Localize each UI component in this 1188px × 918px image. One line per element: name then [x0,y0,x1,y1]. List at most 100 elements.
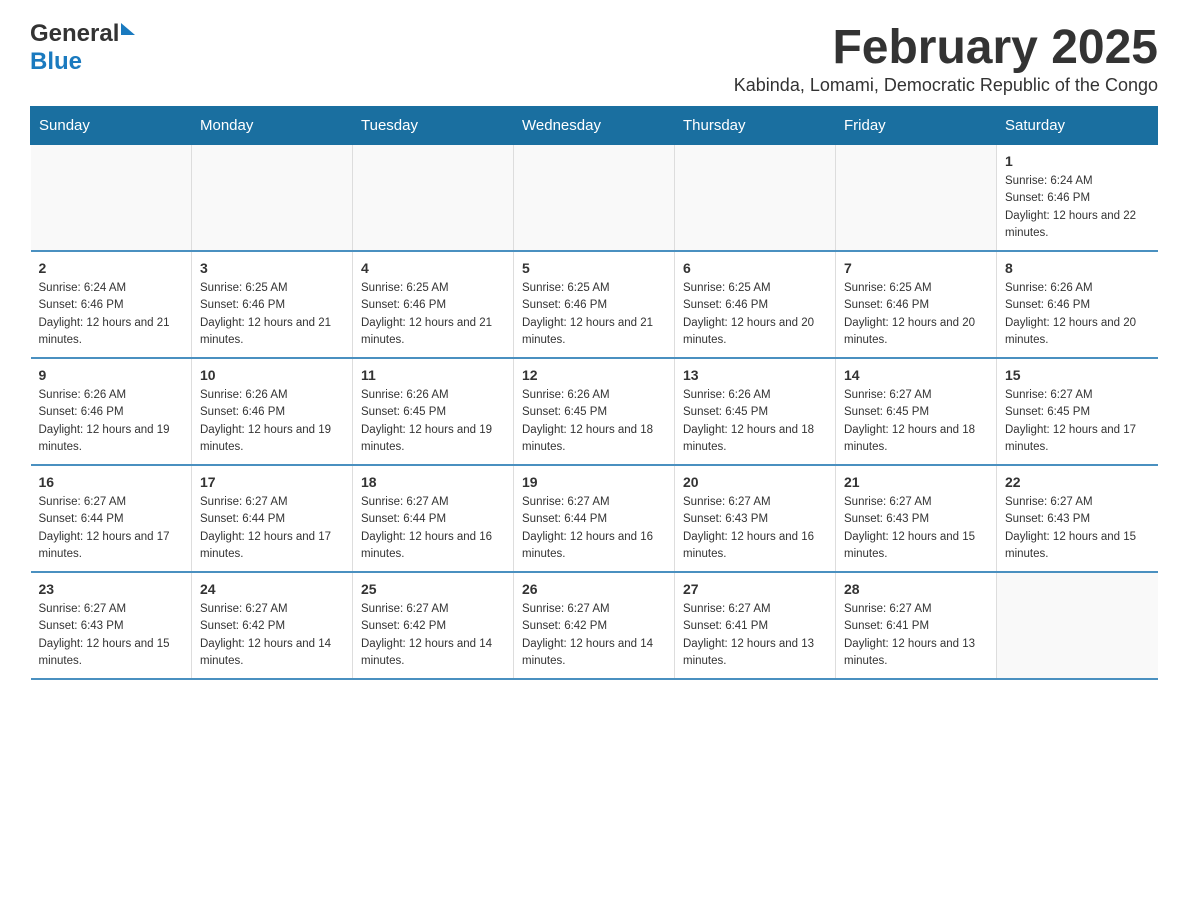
day-number: 1 [1005,153,1150,169]
day-info: Sunrise: 6:27 AMSunset: 6:44 PMDaylight:… [361,494,505,563]
calendar-cell: 11Sunrise: 6:26 AMSunset: 6:45 PMDayligh… [353,358,514,465]
day-number: 21 [844,474,988,490]
header-sunday: Sunday [31,107,192,145]
calendar-cell: 28 Sunrise: 6:27 AMSunset: 6:41 PMDayligh… [836,572,997,679]
day-info: Sunrise: 6:26 AMSunset: 6:46 PMDaylight:… [39,387,184,456]
day-info: Sunrise: 6:24 AMSunset: 6:46 PMDaylight:… [1005,173,1150,242]
day-info: Sunrise: 6:25 AMSunset: 6:46 PMDaylight:… [522,280,666,349]
page-subtitle: Kabinda, Lomami, Democratic Republic of … [734,75,1158,96]
title-block: February 2025 Kabinda, Lomami, Democrati… [734,20,1158,96]
header-friday: Friday [836,107,997,145]
day-number: 9 [39,367,184,383]
day-number: 5 [522,260,666,276]
day-number: 16 [39,474,184,490]
day-number: 15 [1005,367,1150,383]
day-number: 2 [39,260,184,276]
day-info: Sunrise: 6:27 AMSunset: 6:42 PMDaylight:… [361,601,505,670]
calendar-cell [192,145,353,252]
calendar-cell: 10Sunrise: 6:26 AMSunset: 6:46 PMDayligh… [192,358,353,465]
calendar-cell: 18Sunrise: 6:27 AMSunset: 6:44 PMDayligh… [353,465,514,572]
day-info: Sunrise: 6:27 AMSunset: 6:45 PMDaylight:… [1005,387,1150,456]
calendar-cell: 27 Sunrise: 6:27 AMSunset: 6:41 PMDayligh… [675,572,836,679]
day-number: 3 [200,260,344,276]
calendar-cell: 7Sunrise: 6:25 AMSunset: 6:46 PMDaylight… [836,251,997,358]
day-info: Sunrise: 6:27 AMSunset: 6:45 PMDaylight:… [844,387,988,456]
day-number: 14 [844,367,988,383]
page-title: February 2025 [734,20,1158,75]
day-info: Sunrise: 6:27 AMSunset: 6:41 PMDaylight:… [683,601,827,670]
day-number: 17 [200,474,344,490]
day-number: 27 [683,581,827,597]
day-info: Sunrise: 6:27 AMSunset: 6:44 PMDaylight:… [522,494,666,563]
day-info: Sunrise: 6:24 AMSunset: 6:46 PMDaylight:… [39,280,184,349]
day-number: 22 [1005,474,1150,490]
calendar-table: Sunday Monday Tuesday Wednesday Thursday… [30,106,1158,680]
calendar-cell: 19 Sunrise: 6:27 AMSunset: 6:44 PMDayligh… [514,465,675,572]
week-row-1: 1 Sunrise: 6:24 AMSunset: 6:46 PMDaylight… [31,145,1158,252]
calendar-cell: 4 Sunrise: 6:25 AMSunset: 6:46 PMDaylight… [353,251,514,358]
day-info: Sunrise: 6:25 AMSunset: 6:46 PMDaylight:… [361,280,505,349]
calendar-cell: 15 Sunrise: 6:27 AMSunset: 6:45 PMDayligh… [997,358,1158,465]
calendar-cell [836,145,997,252]
day-info: Sunrise: 6:26 AMSunset: 6:45 PMDaylight:… [361,387,505,456]
day-info: Sunrise: 6:26 AMSunset: 6:45 PMDaylight:… [683,387,827,456]
day-info: Sunrise: 6:26 AMSunset: 6:45 PMDaylight:… [522,387,666,456]
weekday-header-row: Sunday Monday Tuesday Wednesday Thursday… [31,107,1158,145]
logo-blue-text: Blue [30,48,82,75]
calendar-cell: 23Sunrise: 6:27 AMSunset: 6:43 PMDayligh… [31,572,192,679]
calendar-cell: 2 Sunrise: 6:24 AMSunset: 6:46 PMDaylight… [31,251,192,358]
day-number: 28 [844,581,988,597]
calendar-cell: 5 Sunrise: 6:25 AMSunset: 6:46 PMDaylight… [514,251,675,358]
page-header: General Blue February 2025 Kabinda, Loma… [30,20,1158,96]
day-number: 24 [200,581,344,597]
header-saturday: Saturday [997,107,1158,145]
header-tuesday: Tuesday [353,107,514,145]
day-info: Sunrise: 6:27 AMSunset: 6:43 PMDaylight:… [39,601,184,670]
calendar-cell: 1 Sunrise: 6:24 AMSunset: 6:46 PMDaylight… [997,145,1158,252]
calendar-cell: 17 Sunrise: 6:27 AMSunset: 6:44 PMDayligh… [192,465,353,572]
calendar-cell: 9 Sunrise: 6:26 AMSunset: 6:46 PMDaylight… [31,358,192,465]
logo: General Blue [30,20,135,76]
logo-arrow-icon [121,23,135,35]
day-number: 12 [522,367,666,383]
day-number: 8 [1005,260,1150,276]
week-row-4: 16 Sunrise: 6:27 AMSunset: 6:44 PMDayligh… [31,465,1158,572]
calendar-cell [997,572,1158,679]
day-info: Sunrise: 6:27 AMSunset: 6:42 PMDaylight:… [200,601,344,670]
calendar-cell: 8 Sunrise: 6:26 AMSunset: 6:46 PMDaylight… [997,251,1158,358]
day-info: Sunrise: 6:27 AMSunset: 6:43 PMDaylight:… [1005,494,1150,563]
calendar-cell: 26Sunrise: 6:27 AMSunset: 6:42 PMDayligh… [514,572,675,679]
calendar-cell [353,145,514,252]
calendar-cell: 6Sunrise: 6:25 AMSunset: 6:46 PMDaylight… [675,251,836,358]
calendar-cell [675,145,836,252]
day-info: Sunrise: 6:27 AMSunset: 6:41 PMDaylight:… [844,601,988,670]
calendar-cell: 13Sunrise: 6:26 AMSunset: 6:45 PMDayligh… [675,358,836,465]
calendar-cell [31,145,192,252]
calendar-cell: 25 Sunrise: 6:27 AMSunset: 6:42 PMDayligh… [353,572,514,679]
day-number: 25 [361,581,505,597]
calendar-cell: 21 Sunrise: 6:27 AMSunset: 6:43 PMDayligh… [836,465,997,572]
header-thursday: Thursday [675,107,836,145]
header-monday: Monday [192,107,353,145]
calendar-cell: 22 Sunrise: 6:27 AMSunset: 6:43 PMDayligh… [997,465,1158,572]
calendar-cell: 20 Sunrise: 6:27 AMSunset: 6:43 PMDayligh… [675,465,836,572]
day-info: Sunrise: 6:25 AMSunset: 6:46 PMDaylight:… [200,280,344,349]
day-info: Sunrise: 6:27 AMSunset: 6:44 PMDaylight:… [39,494,184,563]
calendar-cell: 3 Sunrise: 6:25 AMSunset: 6:46 PMDaylight… [192,251,353,358]
day-number: 4 [361,260,505,276]
day-info: Sunrise: 6:25 AMSunset: 6:46 PMDaylight:… [683,280,827,349]
day-number: 7 [844,260,988,276]
week-row-5: 23Sunrise: 6:27 AMSunset: 6:43 PMDayligh… [31,572,1158,679]
day-info: Sunrise: 6:27 AMSunset: 6:43 PMDaylight:… [844,494,988,563]
day-info: Sunrise: 6:27 AMSunset: 6:44 PMDaylight:… [200,494,344,563]
day-number: 20 [683,474,827,490]
day-info: Sunrise: 6:26 AMSunset: 6:46 PMDaylight:… [1005,280,1150,349]
calendar-cell: 14 Sunrise: 6:27 AMSunset: 6:45 PMDayligh… [836,358,997,465]
day-number: 19 [522,474,666,490]
week-row-3: 9 Sunrise: 6:26 AMSunset: 6:46 PMDaylight… [31,358,1158,465]
logo-general-text: General [30,20,119,48]
day-info: Sunrise: 6:27 AMSunset: 6:43 PMDaylight:… [683,494,827,563]
day-info: Sunrise: 6:27 AMSunset: 6:42 PMDaylight:… [522,601,666,670]
calendar-cell: 24 Sunrise: 6:27 AMSunset: 6:42 PMDayligh… [192,572,353,679]
day-number: 10 [200,367,344,383]
